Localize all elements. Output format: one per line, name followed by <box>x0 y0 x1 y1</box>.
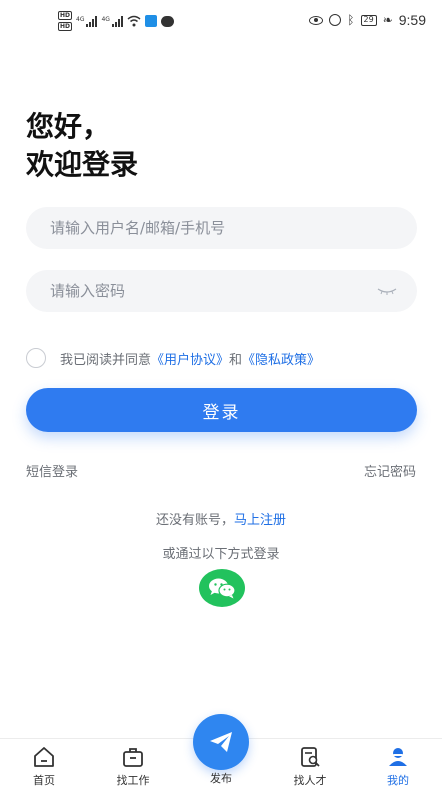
sms-login-link[interactable]: 短信登录 <box>26 461 78 480</box>
other-login-label: 或通过以下方式登录 <box>162 547 280 562</box>
search-resume-icon <box>301 747 320 767</box>
hd-badge: HD <box>58 11 73 20</box>
signal-icon: 4G <box>101 15 123 27</box>
register-link[interactable]: 马上注册 <box>234 513 286 528</box>
forgot-password-link[interactable]: 忘记密码 <box>364 461 416 480</box>
hd-badge: HD <box>58 22 73 31</box>
eye-closed-icon[interactable] <box>377 286 397 296</box>
register-prefix: 还没有账号， <box>155 513 234 528</box>
nav-home-label: 首页 <box>33 774 55 787</box>
nav-find-job-label: 找工作 <box>116 774 150 787</box>
nav-publish-label: 发布 <box>210 772 232 785</box>
register-row: 还没有账号，马上注册 <box>0 509 442 528</box>
publish-button[interactable] <box>193 714 249 770</box>
greeting-heading: 您好， 欢迎登录 <box>26 108 138 184</box>
hd-badges: HD HD <box>58 11 73 31</box>
wechat-icon <box>209 578 236 599</box>
agreement-checkbox[interactable] <box>26 348 46 368</box>
user-agreement-link[interactable]: 《用户协议》 <box>151 349 229 368</box>
privacy-policy-link[interactable]: 《隐私政策》 <box>242 349 320 368</box>
nav-find-talent-label: 找人才 <box>293 774 327 787</box>
agreement-and: 和 <box>229 352 243 368</box>
status-time: 9:59 <box>398 12 426 28</box>
battery-icon: 29 <box>360 14 377 26</box>
nav-find-job[interactable]: 找工作 <box>103 745 163 788</box>
briefcase-icon <box>123 748 143 767</box>
status-right: ᛒ 29 ❧ 9:59 <box>309 12 426 28</box>
status-left: HD HD 4G 4G <box>58 11 174 31</box>
greeting-line-1: 您好， <box>26 110 111 143</box>
user-icon <box>389 748 407 766</box>
nav-home[interactable]: 首页 <box>14 745 74 788</box>
greeting-line-2: 欢迎登录 <box>26 148 139 181</box>
username-field[interactable] <box>26 207 417 249</box>
eye-icon <box>309 15 324 25</box>
agreement-row: 我已阅读并同意 《用户协议》 和 《隐私政策》 <box>26 348 320 368</box>
message-icon <box>160 15 174 27</box>
alarm-icon <box>329 14 342 26</box>
password-input[interactable] <box>50 282 377 300</box>
signal-label: 4G <box>76 15 85 23</box>
nav-mine-label: 我的 <box>387 774 409 787</box>
nav-find-talent[interactable]: 找人才 <box>280 745 340 788</box>
status-bar: HD HD 4G 4G ᛒ 29 ❧ 9:59 <box>0 0 442 44</box>
home-icon <box>34 747 54 767</box>
wifi-icon <box>127 15 141 27</box>
paper-plane-icon <box>210 732 232 752</box>
signal-label: 4G <box>101 15 110 23</box>
wechat-login-button[interactable] <box>199 569 245 607</box>
app-notification-icon <box>144 15 157 27</box>
bluetooth-icon: ᛒ <box>347 13 355 27</box>
username-input[interactable] <box>50 219 397 237</box>
signal-icon: 4G <box>76 15 98 27</box>
password-field[interactable] <box>26 270 417 312</box>
agreement-prefix: 我已阅读并同意 <box>60 352 152 368</box>
nav-mine[interactable]: 我的 <box>368 745 428 788</box>
login-button[interactable]: 登录 <box>26 388 417 432</box>
leaf-icon: ❧ <box>382 13 393 27</box>
